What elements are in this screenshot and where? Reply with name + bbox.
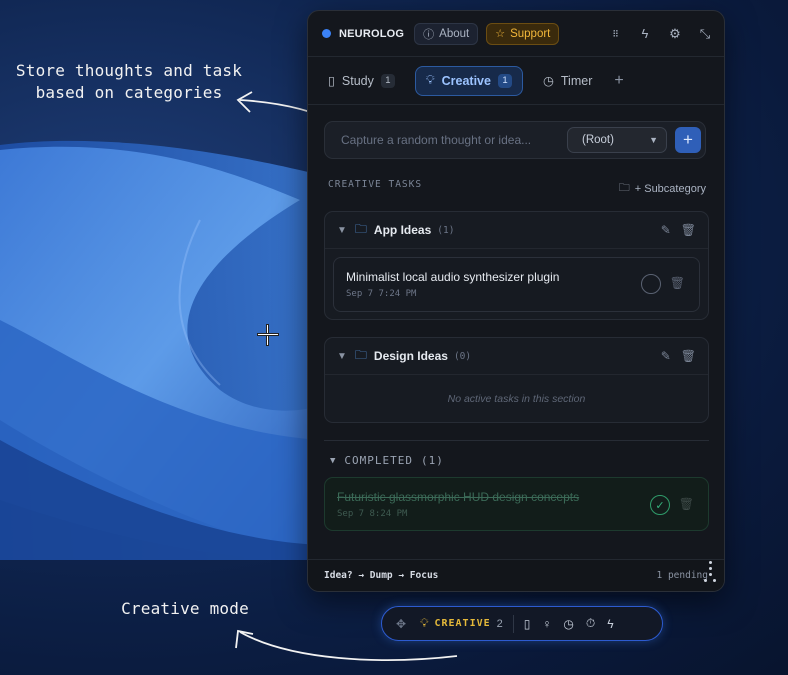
- panel-footer: Idea? → Dump → Focus 1 pending: [308, 559, 724, 591]
- trash-icon[interactable]: 🗑︎: [670, 276, 685, 290]
- lightning-icon[interactable]: ϟ: [607, 617, 613, 631]
- tab-study[interactable]: ▯ Study 1: [318, 66, 405, 96]
- chevron-down-icon[interactable]: ▼: [337, 225, 347, 236]
- check-icon[interactable]: ✓: [650, 495, 670, 515]
- completed-task-item[interactable]: Futuristic glassmorphic HUD design conce…: [324, 477, 709, 531]
- tab-creative[interactable]: 💡︎ Creative 1: [414, 65, 523, 96]
- task-date: Sep 7 8:24 PM: [337, 509, 408, 519]
- workflow-hint: Idea? → Dump → Focus: [324, 570, 439, 581]
- category-count: (1): [437, 224, 455, 236]
- mode-count: 2: [496, 617, 503, 630]
- tab-study-label: Study: [341, 73, 374, 88]
- chevron-down-icon: ▼: [649, 135, 658, 145]
- folder-icon: 🗀︎: [354, 347, 367, 362]
- mode-dock: ✥ 💡︎ CREATIVE 2 ▯ ♀ ◷ ⏱︎ ϟ: [381, 606, 663, 641]
- tab-bar: ▯ Study 1 💡︎ Creative 1 ◷ Timer +: [308, 57, 724, 105]
- annotation-line-2: based on categories: [35, 83, 223, 102]
- completed-count: (1): [421, 454, 444, 467]
- folder-plus-icon: 🗀︎: [618, 182, 630, 194]
- support-button[interactable]: ☆ Support: [486, 22, 560, 45]
- star-icon: ☆: [495, 28, 506, 40]
- complete-task-checkbox[interactable]: [641, 274, 661, 294]
- lightbulb-icon: 💡︎: [425, 73, 435, 87]
- dock-separator: [512, 614, 514, 633]
- grid-dots-icon[interactable]: ⠿: [608, 27, 622, 41]
- capture-input[interactable]: [341, 133, 567, 147]
- info-icon: ⓘ: [423, 28, 435, 41]
- category-count: (0): [453, 350, 472, 362]
- category-select-value: (Root): [582, 134, 614, 146]
- category-header[interactable]: ▼ 🗀︎ App Ideas (1) ✎ 🗑︎: [325, 212, 708, 249]
- completed-label: COMPLETED: [344, 454, 414, 467]
- folder-icon: 🗀︎: [354, 221, 367, 236]
- tab-creative-label: Creative: [441, 73, 491, 88]
- trash-icon[interactable]: 🗑︎: [679, 497, 694, 511]
- neurolog-panel: NEUROLOG ⓘ About ☆ Support ⠿ ϟ ⚙ ⤡ ▯ Stu…: [307, 10, 725, 592]
- category-actions: ✎ 🗑︎: [661, 223, 696, 237]
- add-tab-button[interactable]: +: [614, 72, 623, 90]
- book-icon: ▯: [328, 74, 335, 88]
- add-thought-button[interactable]: +: [675, 127, 701, 153]
- header-actions: ⠿ ϟ ⚙ ⤡: [608, 26, 712, 41]
- annotation-bottom: Creative mode: [121, 599, 249, 618]
- panel-header: NEUROLOG ⓘ About ☆ Support ⠿ ϟ ⚙ ⤡: [308, 11, 724, 57]
- empty-state-text: No active tasks in this section: [447, 393, 586, 405]
- task-date: Sep 7 7:24 PM: [346, 289, 417, 299]
- divider: [324, 440, 709, 441]
- clock-icon: ◷: [542, 74, 554, 88]
- move-icon[interactable]: ✥: [396, 617, 406, 631]
- edit-icon[interactable]: ✎: [661, 349, 671, 363]
- annotation-top: Store thoughts and task based on categor…: [14, 60, 244, 104]
- tab-study-badge: 1: [380, 73, 395, 88]
- clock-icon[interactable]: ◷: [563, 617, 573, 631]
- capture-bar: (Root) ▼ +: [324, 121, 706, 159]
- edit-icon[interactable]: ✎: [661, 223, 671, 237]
- lightbulb-icon: 💡︎: [420, 616, 429, 630]
- category-actions: ✎ 🗑︎: [661, 349, 696, 363]
- about-button[interactable]: ⓘ About: [414, 22, 479, 45]
- chevron-down-icon: ▼: [330, 455, 337, 466]
- add-subcategory-button[interactable]: 🗀︎ + Subcategory: [619, 179, 706, 198]
- category-card-design-ideas: ▼ 🗀︎ Design Ideas (0) ✎ 🗑︎ No active tas…: [324, 337, 709, 423]
- chevron-down-icon[interactable]: ▼: [337, 351, 347, 362]
- trash-icon[interactable]: 🗑︎: [681, 349, 696, 363]
- category-header[interactable]: ▼ 🗀︎ Design Ideas (0) ✎ 🗑︎: [325, 338, 708, 375]
- book-icon[interactable]: ▯: [524, 617, 531, 631]
- support-label: Support: [510, 27, 551, 40]
- stopwatch-icon[interactable]: ⏱︎: [586, 616, 595, 631]
- collapse-icon[interactable]: ⤡: [698, 26, 712, 41]
- annotation-line-1: Store thoughts and task: [15, 61, 243, 80]
- gear-icon[interactable]: ⚙: [668, 26, 682, 41]
- brand-name: NEUROLOG: [339, 27, 405, 40]
- tab-creative-badge: 1: [497, 73, 512, 88]
- section-label: CREATIVE TASKS: [328, 179, 423, 190]
- task-item[interactable]: Minimalist local audio synthesizer plugi…: [333, 257, 700, 312]
- tab-timer-label: Timer: [560, 73, 593, 88]
- lightbulb-icon[interactable]: ♀: [542, 617, 551, 631]
- task-title: Futuristic glassmorphic HUD design conce…: [337, 490, 580, 504]
- task-title: Minimalist local audio synthesizer plugi…: [346, 270, 560, 284]
- trash-icon[interactable]: 🗑︎: [681, 223, 696, 237]
- about-label: About: [439, 27, 470, 40]
- completed-toggle[interactable]: ▼ COMPLETED (1): [330, 454, 444, 467]
- resize-grip-icon[interactable]: [704, 561, 716, 583]
- category-title: Design Ideas: [373, 349, 448, 363]
- category-select[interactable]: (Root) ▼: [567, 127, 667, 153]
- pending-count: 1 pending: [656, 570, 708, 581]
- status-dot: [322, 29, 331, 38]
- category-card-app-ideas: ▼ 🗀︎ App Ideas (1) ✎ 🗑︎ Minimalist local…: [324, 211, 709, 320]
- mouse-cursor-crosshair: [258, 325, 278, 345]
- mode-label: CREATIVE: [434, 618, 491, 629]
- category-title: App Ideas: [373, 223, 432, 237]
- tab-timer[interactable]: ◷ Timer: [533, 66, 602, 96]
- lightning-icon[interactable]: ϟ: [638, 26, 652, 41]
- add-subcategory-label: + Subcategory: [634, 182, 706, 195]
